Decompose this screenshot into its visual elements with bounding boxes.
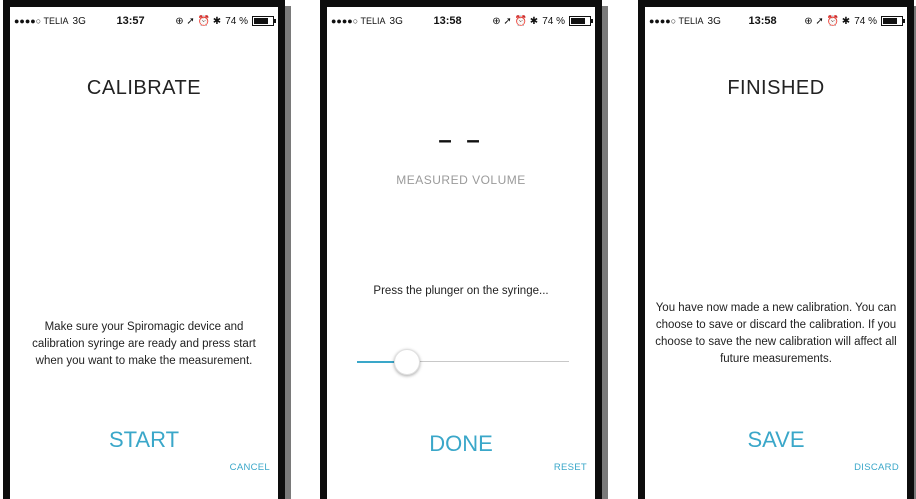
status-bar: ●●●●○ TELIA 3G 13:58 ⊕ ➚ ⏰ ✱ 74 %	[649, 13, 905, 29]
slider-thumb[interactable]	[393, 349, 420, 375]
network-label: 3G	[707, 15, 721, 27]
instructions-text: Make sure your Spiromagic device and cal…	[32, 321, 256, 367]
battery-percent: 74 %	[854, 15, 877, 27]
measured-volume-value: – –	[438, 127, 484, 154]
start-button[interactable]: START	[10, 427, 278, 453]
done-button[interactable]: DONE	[327, 431, 595, 457]
status-icons: ⊕ ➚ ⏰ ✱	[804, 15, 851, 27]
prompt-text: Press the plunger on the syringe...	[373, 285, 549, 297]
finished-message: You have now made a new calibration. You…	[655, 302, 897, 365]
status-bar: ●●●●○ TELIA 3G 13:57 ⊕ ➚ ⏰ ✱ 74 %	[14, 13, 276, 29]
reset-button[interactable]: RESET	[554, 462, 587, 473]
discard-button[interactable]: DISCARD	[854, 462, 899, 473]
status-icons: ⊕ ➚ ⏰ ✱	[175, 15, 222, 27]
page-title: CALIBRATE	[86, 77, 202, 99]
measure-screen: ●●●●○ TELIA 3G 13:58 ⊕ ➚ ⏰ ✱ 74 % – – ME…	[320, 0, 602, 499]
carrier-label: ●●●●○ TELIA	[14, 16, 69, 26]
status-icons: ⊕ ➚ ⏰ ✱	[492, 15, 539, 27]
page-title: FINISHED	[727, 77, 825, 99]
cancel-button[interactable]: CANCEL	[230, 462, 270, 473]
plunger-progress-slider[interactable]	[357, 347, 569, 377]
clock: 13:58	[433, 15, 462, 27]
battery-icon	[252, 16, 276, 26]
finished-screen: ●●●●○ TELIA 3G 13:58 ⊕ ➚ ⏰ ✱ 74 % FINISH…	[638, 0, 914, 499]
clock: 13:58	[748, 15, 777, 27]
clock: 13:57	[116, 15, 145, 27]
carrier-label: ●●●●○ TELIA	[331, 16, 386, 26]
battery-percent: 74 %	[542, 15, 565, 27]
status-bar: ●●●●○ TELIA 3G 13:58 ⊕ ➚ ⏰ ✱ 74 %	[331, 13, 593, 29]
save-button[interactable]: SAVE	[645, 427, 907, 453]
network-label: 3G	[389, 15, 403, 27]
carrier-label: ●●●●○ TELIA	[649, 16, 704, 26]
battery-icon	[569, 16, 593, 26]
measured-volume-label: MEASURED VOLUME	[396, 173, 526, 187]
battery-percent: 74 %	[225, 15, 248, 27]
battery-icon	[881, 16, 905, 26]
calibrate-screen: ●●●●○ TELIA 3G 13:57 ⊕ ➚ ⏰ ✱ 74 % CALIBR…	[3, 0, 285, 499]
network-label: 3G	[72, 15, 86, 27]
